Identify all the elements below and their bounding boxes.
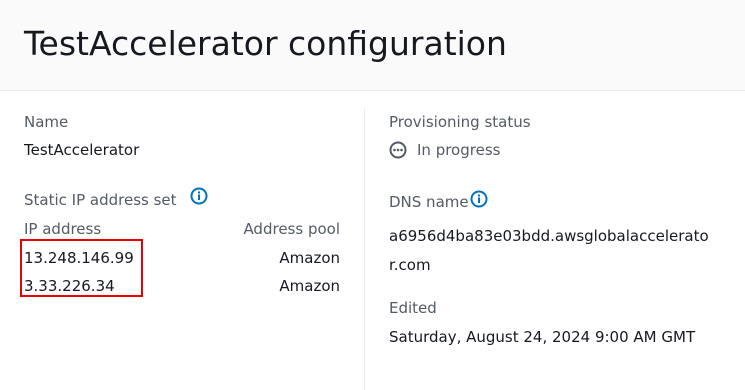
address-pool-cell: Amazon <box>279 249 340 267</box>
address-pool-cell: Amazon <box>279 277 340 295</box>
dns-name-label: DNS name <box>389 193 469 211</box>
dns-name-value: a6956d4ba83e03bdd.awsglobalaccelerator.c… <box>389 227 709 274</box>
page-title: TestAccelerator configuration <box>24 24 507 63</box>
status-in-progress-icon <box>389 141 407 159</box>
address-pool-column-header: Address pool <box>243 220 340 238</box>
page-header: TestAccelerator configuration <box>0 0 745 91</box>
info-icon[interactable] <box>190 187 208 205</box>
static-ip-label: Static IP address set <box>24 191 177 209</box>
ip-address-column-header: IP address <box>24 220 102 238</box>
provisioning-status-label: Provisioning status <box>389 113 531 131</box>
highlight-box <box>20 239 143 297</box>
name-value: TestAccelerator <box>24 141 140 159</box>
edited-label: Edited <box>389 299 437 317</box>
info-icon[interactable] <box>470 190 488 208</box>
name-label: Name <box>24 113 69 131</box>
column-divider <box>364 108 365 390</box>
edited-value: Saturday, August 24, 2024 9:00 AM GMT <box>389 328 696 346</box>
provisioning-status-value: In progress <box>417 141 501 159</box>
